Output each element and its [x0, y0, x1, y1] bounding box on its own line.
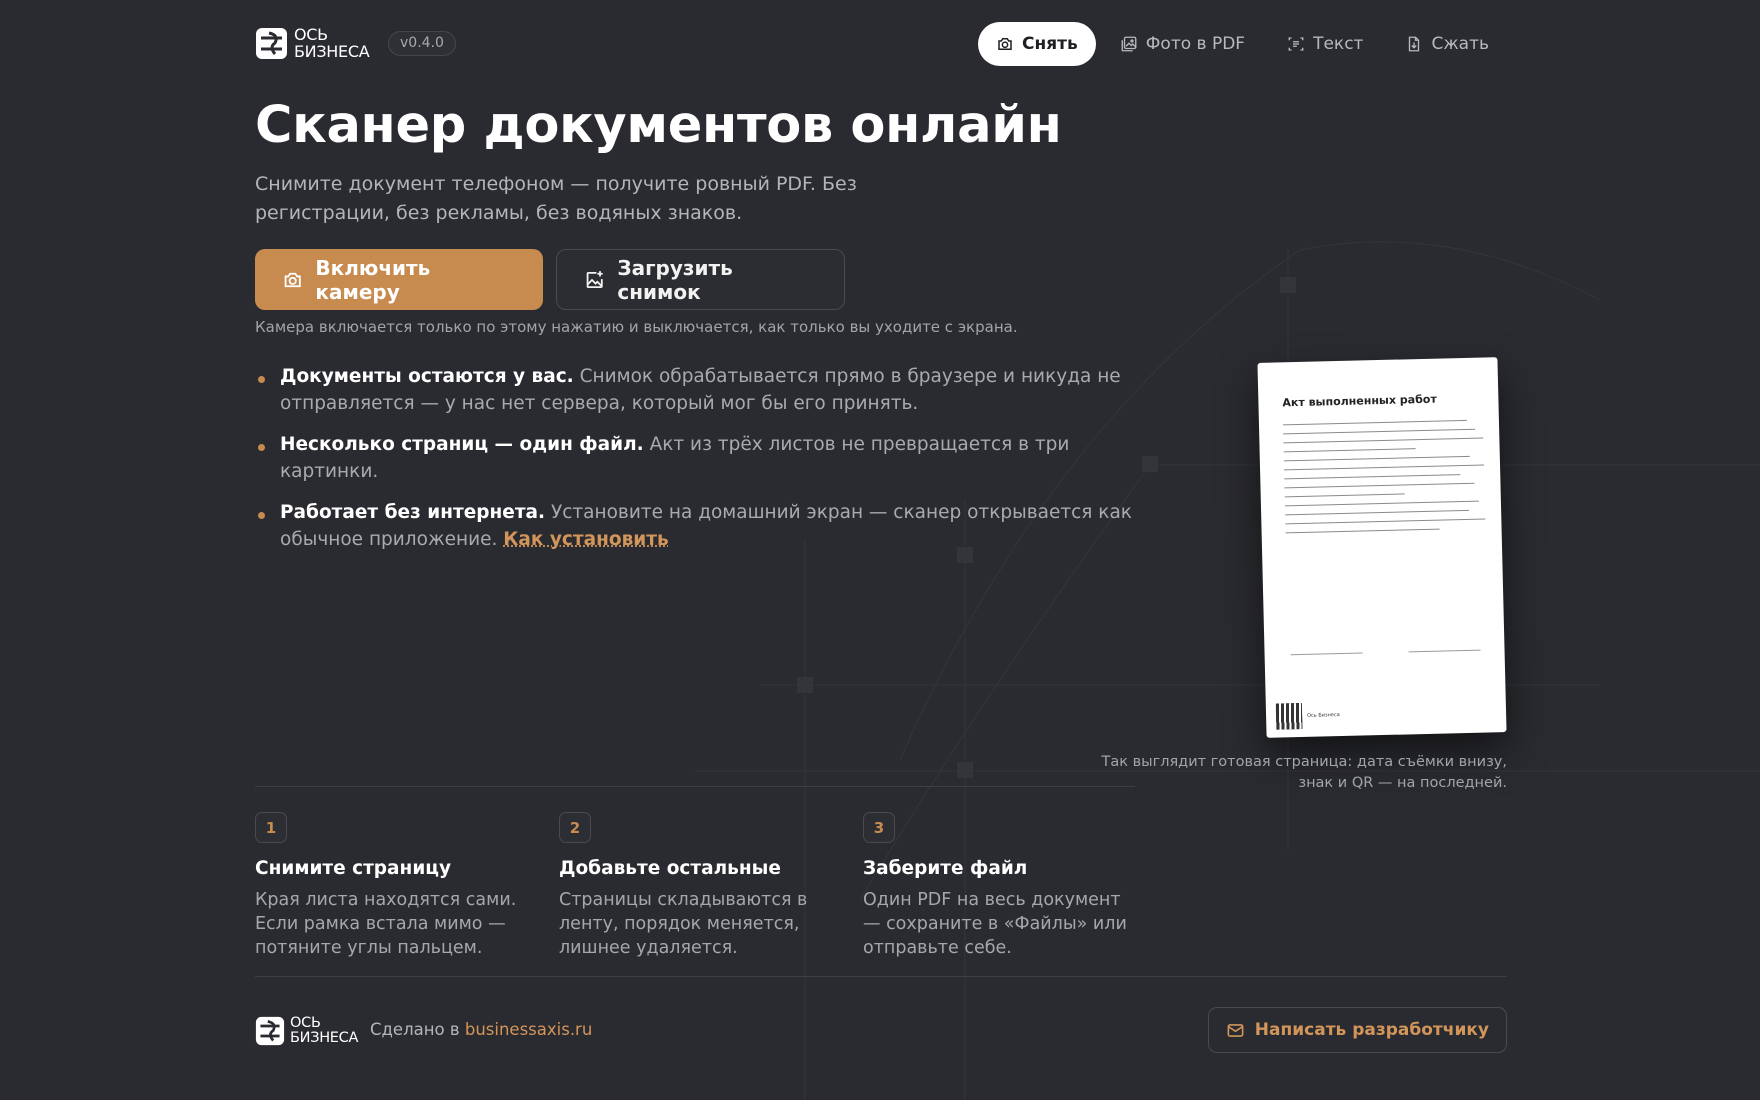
list-item: Работает без интернета. Установите на до… [255, 499, 1135, 553]
divider [255, 976, 1507, 977]
footer-logo[interactable]: ОСЬ БИЗНЕСА [255, 1016, 358, 1046]
step-text: Один PDF на весь документ — сохраните в … [863, 890, 1127, 958]
step-title: Заберите файл [863, 858, 1028, 879]
nav-item-photo-to-pdf[interactable]: Фото в PDF [1102, 22, 1263, 66]
contact-developer-button[interactable]: Написать разработчику [1207, 1007, 1507, 1053]
doc-footer-brand: Ось Бизнеса [1307, 712, 1340, 719]
images-icon [1121, 36, 1137, 52]
nav-item-label: Сжать [1431, 34, 1489, 54]
logo-line-2: БИЗНЕСА [294, 42, 370, 61]
file-compress-icon [1409, 36, 1420, 52]
nav-item-label: Текст [1313, 34, 1364, 54]
camera-icon [998, 38, 1012, 50]
nav-item-text[interactable]: Текст [1269, 22, 1381, 66]
logo-line-1: ОСЬ [290, 1015, 321, 1031]
enable-camera-button[interactable]: Включить камеру [255, 249, 543, 310]
step-number: 3 [863, 812, 895, 843]
logo-wordmark: ОСЬ БИЗНЕСА [294, 25, 370, 61]
features-list: Документы остаются у вас. Снимок обрабат… [255, 363, 1135, 567]
page: ОСЬ БИЗНЕСА v0.4.0 Снять Фото в PDF Текс… [255, 0, 1507, 1100]
step-number: 2 [559, 812, 591, 843]
nav-item-label: Снять [1022, 34, 1078, 54]
upload-photo-label: Загрузить снимок [617, 255, 733, 304]
bullet-dot [258, 376, 265, 383]
page-title: Сканер документов онлайн [255, 96, 1062, 155]
businessaxis-link[interactable]: businessaxis.ru [465, 1020, 592, 1039]
made-by-text: Сделано в businessaxis.ru [370, 1020, 592, 1039]
nav-item-compress[interactable]: Сжать [1387, 22, 1507, 66]
upload-photo-button[interactable]: Загрузить снимок [556, 249, 845, 310]
feature-bold: Документы остаются у вас. [280, 366, 574, 387]
top-nav: Снять Фото в PDF Текст Сжать [972, 22, 1507, 66]
list-item: Несколько страниц — один файл. Акт из тр… [255, 431, 1135, 485]
doc-title: Акт выполненных работ [1282, 392, 1437, 410]
enable-camera-label: Включить камеру [315, 255, 431, 304]
feature-bold: Работает без интернета. [280, 502, 546, 523]
mail-icon [1227, 1023, 1244, 1037]
step-2: 2 Добавьте остальные Страницы складывают… [559, 812, 829, 960]
page-subtitle: Снимите документ телефоном — получите ро… [255, 173, 857, 224]
camera-icon [284, 272, 301, 287]
divider [255, 786, 1135, 787]
logo-mark-icon [255, 1016, 285, 1046]
nav-item-label: Фото в PDF [1145, 34, 1246, 54]
doc-text-lines [1282, 419, 1486, 541]
feature-bold: Несколько страниц — один файл. [280, 434, 644, 455]
bullet-dot [258, 444, 265, 451]
image-plus-icon [586, 270, 603, 288]
bullet-dot [258, 512, 265, 519]
doc-footer: Ось Бизнеса [1275, 702, 1340, 730]
list-item: Документы остаются у вас. Снимок обрабат… [255, 363, 1135, 417]
doc-signature-line [1408, 649, 1481, 653]
step-text: Страницы складываются в ленту, порядок м… [559, 890, 808, 958]
camera-note: Камера включается только по этому нажати… [255, 318, 1018, 336]
step-text: Края листа находятся сами. Если рамка вс… [255, 890, 517, 958]
logo-wordmark: ОСЬ БИЗНЕСА [290, 1016, 358, 1046]
doc-signature-line [1290, 652, 1363, 656]
logo-line-2: БИЗНЕСА [290, 1030, 359, 1046]
document-preview: Акт выполненных работ Ось Бизнеса [1257, 357, 1512, 750]
step-title: Добавьте остальные [559, 858, 781, 879]
logo-line-1: ОСЬ [294, 25, 328, 44]
made-prefix: Сделано в [370, 1020, 465, 1039]
qr-code-icon [1275, 703, 1303, 730]
version-badge: v0.4.0 [388, 31, 456, 56]
logo-mark-icon [256, 27, 287, 59]
document-page-image: Акт выполненных работ Ось Бизнеса [1257, 357, 1507, 738]
preview-caption: Так выглядит готовая страница: дата съём… [1101, 754, 1507, 791]
how-to-install-link[interactable]: Как установить [503, 529, 668, 550]
nav-item-scan[interactable]: Снять [978, 22, 1096, 66]
step-number: 1 [255, 812, 287, 843]
contact-developer-label: Написать разработчику [1254, 1020, 1489, 1040]
step-3: 3 Заберите файл Один PDF на весь докумен… [863, 812, 1133, 960]
step-1: 1 Снимите страницу Края листа находятся … [255, 812, 525, 960]
brand-logo[interactable]: ОСЬ БИЗНЕСА [255, 25, 370, 61]
text-scan-icon [1288, 37, 1304, 51]
step-title: Снимите страницу [255, 858, 452, 879]
